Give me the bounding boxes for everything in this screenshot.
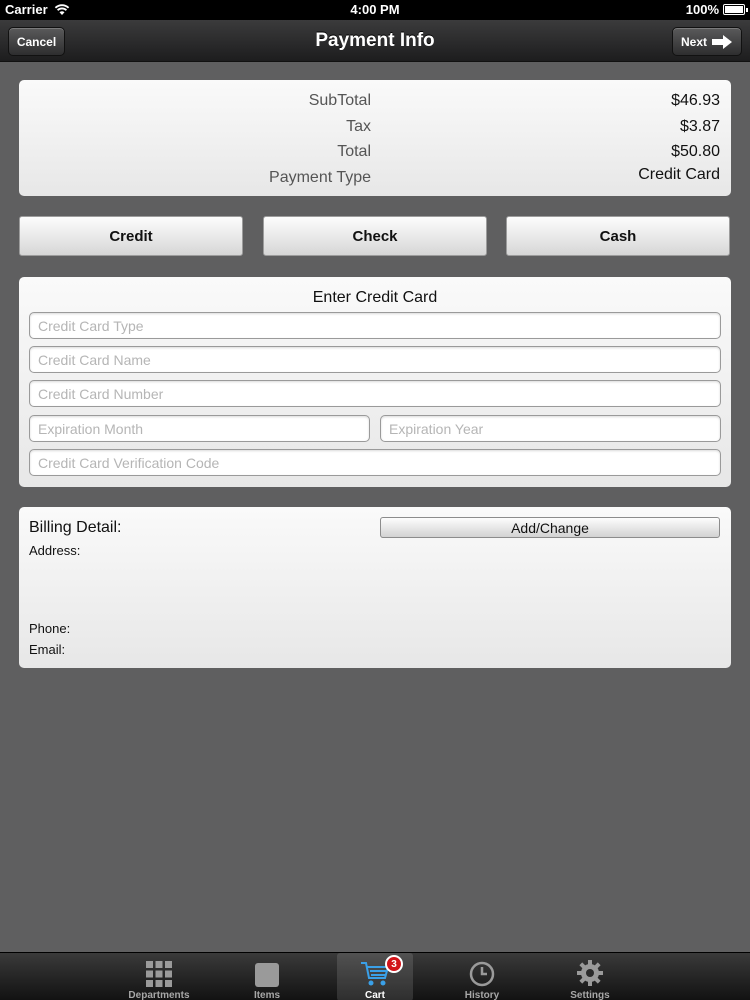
tab-items[interactable]: Items — [229, 953, 305, 1000]
tab-history-label: History — [464, 990, 500, 1000]
grid-icon — [146, 961, 172, 987]
battery-status: 100% — [685, 2, 748, 17]
address-label: Address: — [29, 543, 81, 558]
card-type-input[interactable] — [29, 312, 721, 339]
tax-label: Tax — [346, 118, 371, 135]
billing-title: Billing Detail: — [29, 519, 122, 536]
tab-settings[interactable]: Settings — [552, 953, 628, 1000]
tab-departments[interactable]: Departments — [121, 953, 197, 1000]
tab-cart-label: Cart — [364, 990, 385, 1000]
next-button[interactable]: Next — [672, 27, 742, 56]
tab-bar: Departments Items Cart 3 History Setting… — [0, 952, 750, 1000]
total-label: Total — [337, 143, 371, 160]
payment-type-value: Credit Card — [638, 166, 720, 183]
card-name-input[interactable] — [29, 346, 721, 373]
battery-icon — [723, 4, 748, 15]
tab-items-label: Items — [253, 990, 281, 1000]
expiration-month-input[interactable] — [29, 415, 370, 442]
credit-card-panel: Enter Credit Card — [19, 277, 731, 487]
status-bar: Carrier 4:00 PM 100% — [0, 0, 750, 20]
arrow-right-icon — [712, 34, 732, 49]
payment-type-row: Payment Type Credit Card — [19, 166, 731, 193]
credit-card-title: Enter Credit Card — [312, 289, 438, 306]
battery-label: 100% — [685, 2, 719, 17]
order-summary-panel: SubTotal $46.93 Tax $3.87 Total $50.80 P… — [19, 80, 731, 196]
credit-button[interactable]: Credit — [19, 216, 243, 256]
subtotal-row: SubTotal $46.93 — [19, 92, 731, 116]
tax-row: Tax $3.87 — [19, 118, 731, 142]
navigation-bar: Cancel Payment Info Next — [0, 20, 750, 62]
tax-value: $3.87 — [679, 118, 720, 135]
clock-icon — [469, 961, 495, 987]
card-cvc-input[interactable] — [29, 449, 721, 476]
phone-label: Phone: — [29, 621, 71, 636]
next-button-label: Next — [680, 34, 707, 49]
payment-type-label: Payment Type — [269, 169, 371, 186]
total-value: $50.80 — [671, 143, 720, 160]
tab-history[interactable]: History — [444, 953, 520, 1000]
cart-count-badge: 3 — [385, 955, 403, 973]
gear-icon — [577, 960, 603, 986]
payment-type-selector: Credit Check Cash — [19, 216, 731, 256]
square-icon — [255, 963, 279, 987]
email-label: Email: — [29, 642, 66, 657]
card-number-input[interactable] — [29, 380, 721, 407]
tab-cart[interactable]: Cart 3 — [337, 953, 413, 1000]
clock: 4:00 PM — [350, 2, 400, 17]
subtotal-value: $46.93 — [671, 92, 720, 109]
check-button[interactable]: Check — [263, 216, 487, 256]
tab-settings-label: Settings — [570, 990, 610, 1000]
cash-button[interactable]: Cash — [506, 216, 730, 256]
page-title: Payment Info — [315, 30, 435, 51]
billing-detail-panel: Billing Detail: Add/Change Address: Phon… — [19, 507, 731, 668]
tab-departments-label: Departments — [128, 990, 190, 1000]
add-change-button[interactable]: Add/Change — [380, 517, 720, 538]
subtotal-label: SubTotal — [308, 92, 371, 109]
total-row: Total $50.80 — [19, 143, 731, 167]
expiration-year-input[interactable] — [380, 415, 721, 442]
